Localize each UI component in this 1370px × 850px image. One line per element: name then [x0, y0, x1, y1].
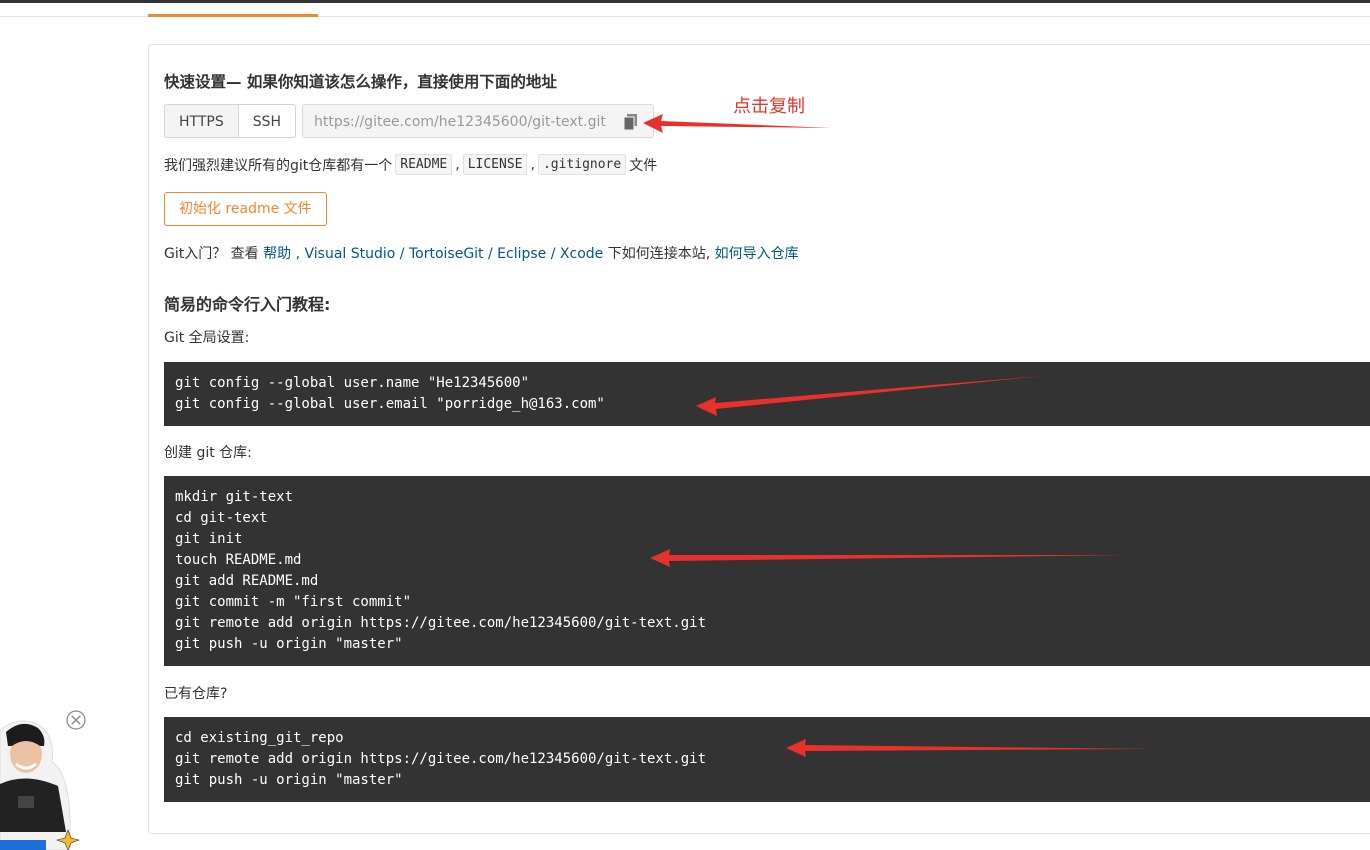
code-line: git add README.md — [175, 573, 319, 589]
https-button[interactable]: HTTPS — [164, 104, 239, 138]
ssh-button[interactable]: SSH — [238, 104, 297, 138]
git-intro-prefix: Git入门？ 查看 — [164, 246, 264, 262]
quick-setup-title: 快速设置— 如果你知道该怎么操作，直接使用下面的地址 — [164, 73, 557, 91]
import-repo-link[interactable]: 如何导入仓库 — [715, 246, 799, 262]
code-line: git push -u origin "master" — [175, 772, 403, 788]
existing-repo-label: 已有仓库? — [164, 686, 228, 702]
code-line: git init — [175, 531, 243, 547]
create-repo-code: mkdir git-text cd git-text git init touc… — [164, 476, 1370, 666]
xcode-link[interactable]: Xcode — [560, 246, 603, 262]
code-line: git config --global user.name "He1234560… — [175, 375, 530, 391]
recommend-prefix: 我们强烈建议所有的git仓库都有一个 — [164, 157, 393, 174]
create-repo-label: 创建 git 仓库: — [164, 445, 252, 461]
slash-sep-2: / — [483, 246, 498, 262]
global-settings-code: git config --global user.name "He1234560… — [164, 362, 1370, 426]
readme-code: README — [395, 154, 453, 175]
close-icon[interactable] — [66, 710, 86, 730]
slash-sep-1: / — [395, 246, 409, 262]
avatar-widget[interactable] — [0, 712, 80, 850]
recommend-sep-1: , — [455, 156, 460, 173]
code-line: git commit -m "first commit" — [175, 594, 412, 610]
top-nav-bar — [0, 0, 1370, 3]
code-line: git remote add origin https://gitee.com/… — [175, 751, 707, 767]
comma-sep: , — [291, 246, 305, 262]
active-tab-indicator — [148, 14, 318, 17]
code-line: git config --global user.email "porridge… — [175, 396, 605, 412]
visual-studio-link[interactable]: Visual Studio — [305, 246, 396, 262]
git-intro-middle: 下如何连接本站, — [603, 246, 715, 262]
copy-icon[interactable] — [624, 114, 638, 130]
code-line: touch README.md — [175, 552, 302, 568]
code-line: cd existing_git_repo — [175, 730, 344, 746]
gitignore-code: .gitignore — [537, 154, 627, 175]
recommend-suffix: 文件 — [629, 157, 658, 174]
global-settings-label: Git 全局设置: — [164, 330, 250, 346]
eclipse-link[interactable]: Eclipse — [497, 246, 546, 262]
annotation-copy-hint: 点击复制 — [733, 96, 805, 117]
help-link[interactable]: 帮助 — [263, 246, 291, 262]
recommend-sep-2: , — [530, 156, 535, 173]
recommend-text: 我们强烈建议所有的git仓库都有一个 README , LICENSE , .g… — [164, 154, 657, 175]
slash-sep-3: / — [546, 246, 560, 262]
repo-url-field[interactable]: https://gitee.com/he12345600/git-text.gi… — [302, 104, 654, 138]
code-line: mkdir git-text — [175, 489, 294, 505]
code-line: git push -u origin "master" — [175, 636, 403, 652]
tortoisegit-link[interactable]: TortoiseGit — [409, 246, 484, 262]
code-line: cd git-text — [175, 510, 268, 526]
git-intro-line: Git入门？ 查看 帮助 , Visual Studio / TortoiseG… — [164, 243, 799, 263]
tutorial-heading: 简易的命令行入门教程: — [164, 295, 331, 314]
init-readme-button[interactable]: 初始化 readme 文件 — [164, 192, 327, 226]
license-code: LICENSE — [462, 154, 528, 175]
code-line: git remote add origin https://gitee.com/… — [175, 615, 707, 631]
existing-repo-code: cd existing_git_repo git remote add orig… — [164, 717, 1370, 802]
protocol-switch: HTTPS SSH — [164, 104, 297, 138]
